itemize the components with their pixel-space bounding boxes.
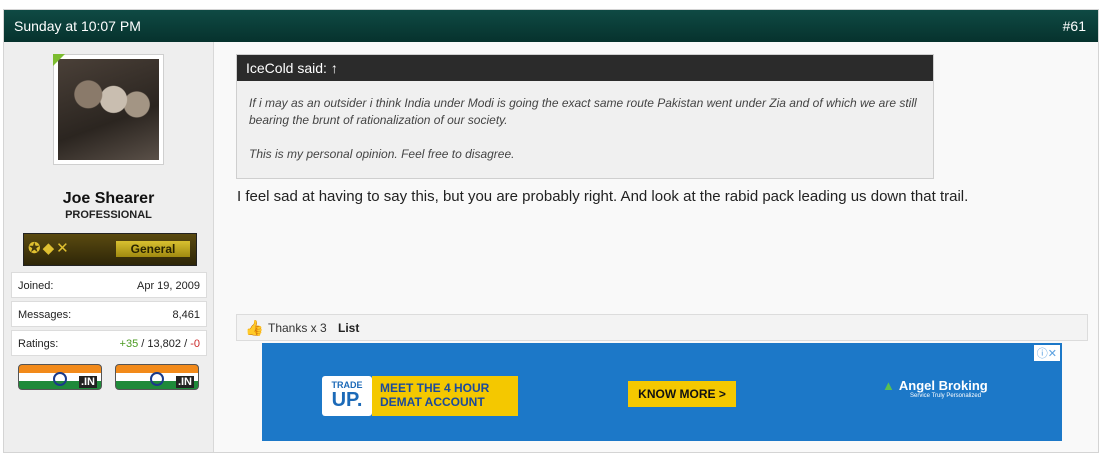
user-title: PROFESSIONAL <box>65 209 152 221</box>
ratings-value: +35 / 13,802 / -0 <box>120 338 200 350</box>
chakra-icon <box>150 372 164 386</box>
stat-label: Joined: <box>18 280 54 292</box>
ratings-total: 13,802 <box>147 338 182 350</box>
thumbs-up-icon: 👍 <box>245 320 264 337</box>
ad-cta-button[interactable]: KNOW MORE > <box>628 381 736 407</box>
messages-count[interactable]: 8,461 <box>172 309 200 321</box>
ad-headline-line: DEMAT ACCOUNT <box>380 395 485 409</box>
post-header: Sunday at 10:07 PM #61 <box>4 10 1098 42</box>
stat-value[interactable]: 8,461 <box>172 309 200 321</box>
stat-value: Apr 19, 2009 <box>137 280 200 292</box>
ratings-separator: / <box>181 338 191 350</box>
ratings-positive: +35 <box>119 338 139 350</box>
likes-bar: 👍 Thanks x 3 List <box>236 314 1088 341</box>
rank-insignia-icon: ✪◆✕ <box>28 240 71 257</box>
quote-author-link[interactable]: IceCold said: ↑ <box>237 55 933 81</box>
online-indicator-icon <box>53 54 65 66</box>
rank-label: General <box>116 241 190 257</box>
ad-brand-logo: ▲ Angel Broking Service Truly Personalize… <box>882 378 988 399</box>
quote-text: This is my personal opinion. Feel free t… <box>249 147 515 161</box>
quote-block: IceCold said: ↑ If i may as an outsider … <box>236 54 934 179</box>
stat-label: Messages: <box>18 309 72 321</box>
forum-post: Sunday at 10:07 PM #61 Joe Shearer PROFE… <box>3 9 1099 453</box>
ad-trade-bottom: UP. <box>331 389 363 411</box>
thanks-list-link[interactable]: List <box>338 321 359 335</box>
brand-pyramid-icon: ▲ <box>882 378 895 393</box>
ad-headline: MEET THE 4 HOUR DEMAT ACCOUNT <box>372 376 518 416</box>
ad-trade-logo: TRADE UP. <box>322 376 372 416</box>
thanks-count: Thanks x 3 <box>268 321 327 335</box>
post-content: IceCold said: ↑ If i may as an outsider … <box>214 42 1098 452</box>
chakra-icon <box>53 372 67 386</box>
avatar-image[interactable] <box>58 59 159 160</box>
advertisement-banner[interactable]: ⓘ✕ TRADE UP. MEET THE 4 HOUR DEMAT ACCOU… <box>262 343 1062 441</box>
residence-flag-india: .IN <box>115 364 199 390</box>
rank-badge: ✪◆✕ General <box>23 233 197 266</box>
stat-ratings: Ratings: +35 / 13,802 / -0 <box>11 330 207 356</box>
ad-brand: Angel Broking <box>898 378 988 393</box>
stat-messages: Messages: 8,461 <box>11 301 207 327</box>
ad-brand-tagline: Service Truly Personalized <box>910 393 982 399</box>
ratings-negative: -0 <box>190 338 200 350</box>
stat-joined: Joined: Apr 19, 2009 <box>11 272 207 298</box>
post-date[interactable]: Sunday at 10:07 PM <box>14 18 141 34</box>
country-flag-india: .IN <box>18 364 102 390</box>
flag-label: .IN <box>78 376 97 388</box>
message-text: I feel sad at having to say this, but yo… <box>237 188 969 205</box>
stat-label: Ratings: <box>18 338 59 350</box>
post-permalink[interactable]: #61 <box>1063 18 1086 34</box>
ratings-separator: / <box>138 338 148 350</box>
avatar[interactable] <box>53 54 164 165</box>
user-sidebar: Joe Shearer PROFESSIONAL ✪◆✕ General Joi… <box>4 42 214 452</box>
ad-headline-line: MEET THE 4 HOUR <box>380 381 490 395</box>
quote-text: If i may as an outsider i think India un… <box>249 96 917 127</box>
quote-body: If i may as an outsider i think India un… <box>237 81 933 163</box>
username[interactable]: Joe Shearer <box>4 190 213 208</box>
flag-label: .IN <box>175 376 194 388</box>
ad-info-close-icon[interactable]: ⓘ✕ <box>1033 345 1060 361</box>
